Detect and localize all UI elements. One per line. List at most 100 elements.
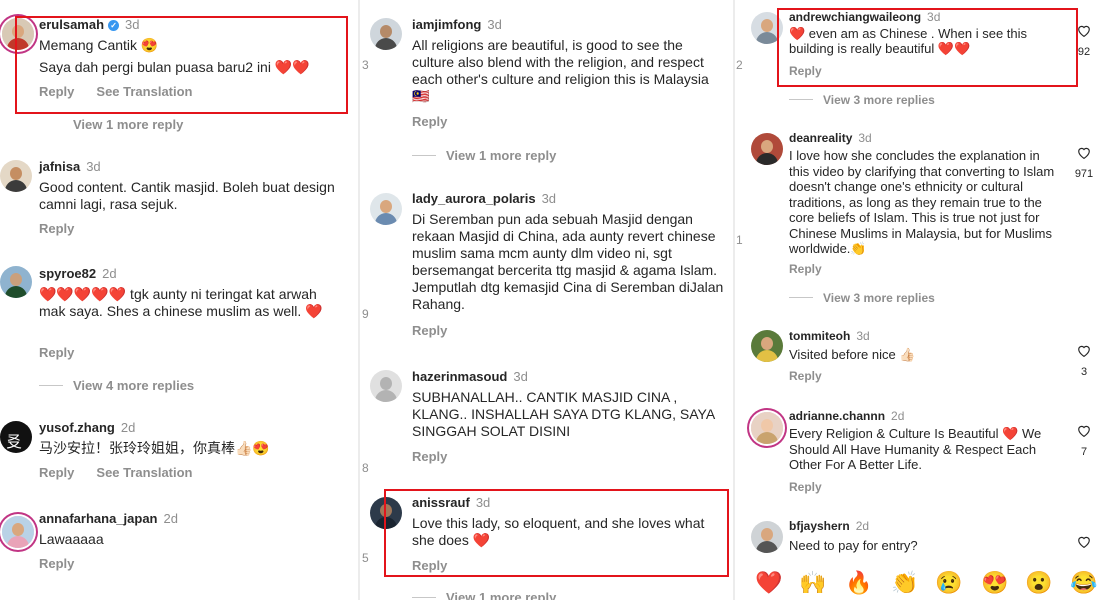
view-more-replies[interactable]: View 1 more reply bbox=[73, 117, 183, 132]
reply-button[interactable]: Reply bbox=[412, 558, 447, 573]
comment-text: SUBHANALLAH.. CANTIK MASJID CINA , KLANG… bbox=[412, 389, 715, 439]
avatar[interactable]: 㕛 bbox=[0, 421, 32, 453]
laughing-emoji-button[interactable]: 😂 bbox=[1070, 570, 1097, 596]
comment-username[interactable]: lady_aurora_polaris 3d bbox=[412, 191, 556, 206]
view-more-replies[interactable]: View 1 more reply bbox=[412, 148, 556, 163]
like-count: 3 bbox=[1080, 366, 1088, 378]
avatar[interactable] bbox=[751, 330, 783, 362]
like-heart-icon[interactable] bbox=[1077, 146, 1091, 159]
crying-emoji-button[interactable]: 😢 bbox=[935, 570, 962, 596]
comments-column-1: erulsamah ✓ 3d Memang Cantik 😍 Saya dah pe… bbox=[0, 0, 360, 600]
comment-text: Need to pay for entry? bbox=[789, 538, 918, 553]
view-more-replies[interactable]: View 3 more replies bbox=[789, 93, 935, 107]
comment-text-line2: Saya dah pergi bulan puasa baru2 ini ❤️❤… bbox=[39, 59, 310, 75]
edge-like-count: 5 bbox=[362, 551, 369, 565]
comment-text: 马沙安拉！张玲玲姐姐，你真棒👍🏻😍 bbox=[39, 440, 270, 456]
avatar[interactable] bbox=[370, 370, 402, 402]
view-more-replies[interactable]: View 1 more reply bbox=[412, 590, 556, 600]
comment-username[interactable]: bfjayshern 2d bbox=[789, 519, 869, 533]
comment-time: 3d bbox=[858, 131, 872, 145]
clap-emoji-button[interactable]: 👏 bbox=[891, 570, 918, 596]
divider bbox=[789, 99, 813, 100]
like-heart-icon[interactable] bbox=[1077, 24, 1091, 37]
comment-username[interactable]: andrewchiangwaileong 3d bbox=[789, 10, 940, 24]
reply-button[interactable]: Reply bbox=[39, 465, 74, 480]
divider bbox=[789, 297, 813, 298]
reply-button[interactable]: Reply bbox=[39, 84, 74, 99]
comment-time: 3d bbox=[541, 191, 557, 206]
comment-username[interactable]: yusof.zhang 2d bbox=[39, 420, 135, 435]
like-heart-icon[interactable] bbox=[1077, 535, 1091, 548]
reply-button[interactable]: Reply bbox=[412, 114, 447, 129]
emoji-reaction-bar: ❤️ 🙌 🔥 👏 😢 😍 😮 😂 bbox=[735, 568, 1110, 600]
view-more-replies[interactable]: View 3 more replies bbox=[789, 291, 935, 305]
comment-username[interactable]: annafarhana_japan 2d bbox=[39, 511, 178, 526]
like-heart-icon[interactable] bbox=[1077, 424, 1091, 437]
comment-text: Good content. Cantik masjid. Boleh buat … bbox=[39, 179, 335, 212]
comment-time: 3d bbox=[475, 495, 491, 510]
view-more-replies[interactable]: View 4 more replies bbox=[39, 378, 194, 393]
comment-username[interactable]: adrianne.channn 2d bbox=[789, 409, 904, 423]
avatar[interactable] bbox=[0, 160, 32, 192]
comment-text: Every Religion & Culture Is Beautiful ❤️… bbox=[789, 426, 1042, 472]
comment-username[interactable]: deanreality 3d bbox=[789, 131, 872, 145]
reply-button[interactable]: Reply bbox=[789, 262, 822, 276]
avatar[interactable] bbox=[370, 193, 402, 225]
comment-time: 2d bbox=[855, 519, 870, 533]
comment-username[interactable]: spyroe82 2d bbox=[39, 266, 117, 281]
comment-text: Visited before nice 👍🏻 bbox=[789, 347, 916, 362]
comment-username[interactable]: anissrauf 3d bbox=[412, 495, 490, 510]
see-translation-button[interactable]: See Translation bbox=[96, 465, 192, 480]
comments-column-2: 3 9 8 5 iamjimfong 3d All religions are b… bbox=[360, 0, 735, 600]
comment-username[interactable]: hazerinmasoud 3d bbox=[412, 369, 528, 384]
heart-emoji-button[interactable]: ❤️ bbox=[755, 570, 782, 596]
comment-username[interactable]: jafnisa 3d bbox=[39, 159, 101, 174]
avatar[interactable] bbox=[370, 18, 402, 50]
avatar[interactable] bbox=[0, 266, 32, 298]
see-translation-button[interactable]: See Translation bbox=[96, 84, 192, 99]
reply-button[interactable]: Reply bbox=[789, 64, 822, 78]
divider bbox=[412, 597, 436, 598]
reply-button[interactable]: Reply bbox=[39, 556, 74, 571]
avatar[interactable] bbox=[2, 516, 34, 548]
calligraphy-logo-icon: 㕛 bbox=[6, 432, 23, 451]
divider bbox=[412, 155, 436, 156]
edge-like-count: 8 bbox=[362, 461, 369, 475]
like-heart-icon[interactable] bbox=[1077, 344, 1091, 357]
avatar[interactable] bbox=[751, 133, 783, 165]
like-count: 92 bbox=[1077, 46, 1091, 58]
comment-time: 2d bbox=[120, 420, 136, 435]
reply-button[interactable]: Reply bbox=[412, 449, 447, 464]
comment-text-line1: Memang Cantik 😍 bbox=[39, 37, 159, 53]
avatar[interactable] bbox=[370, 497, 402, 529]
reply-button[interactable]: Reply bbox=[39, 221, 74, 236]
fire-emoji-button[interactable]: 🔥 bbox=[845, 570, 872, 596]
divider bbox=[39, 385, 63, 386]
comment-time: 2d bbox=[163, 511, 178, 526]
edge-like-count: 9 bbox=[362, 307, 369, 321]
avatar[interactable] bbox=[751, 521, 783, 553]
comment-username[interactable]: erulsamah ✓ 3d bbox=[39, 17, 140, 32]
comment-time: 3d bbox=[125, 17, 140, 32]
edge-like-count: 3 bbox=[362, 58, 369, 72]
comment-text: ❤️ even am as Chinese . When i see this … bbox=[789, 26, 1028, 56]
avatar[interactable] bbox=[751, 12, 783, 44]
surprised-emoji-button[interactable]: 😮 bbox=[1025, 570, 1052, 596]
avatar[interactable] bbox=[2, 18, 34, 50]
reply-button[interactable]: Reply bbox=[789, 369, 822, 383]
heart-eyes-emoji-button[interactable]: 😍 bbox=[981, 570, 1008, 596]
comment-text: All religions are beautiful, is good to … bbox=[412, 37, 709, 104]
like-count: 971 bbox=[1074, 168, 1094, 180]
comment-time: 2d bbox=[102, 266, 117, 281]
raised-hands-emoji-button[interactable]: 🙌 bbox=[799, 570, 826, 596]
comment-username[interactable]: iamjimfong 3d bbox=[412, 17, 502, 32]
comment-username[interactable]: tommiteoh 3d bbox=[789, 329, 870, 343]
comment-text: Love this lady, so eloquent, and she lov… bbox=[412, 515, 705, 548]
reply-button[interactable]: Reply bbox=[412, 323, 447, 338]
comment-time: 3d bbox=[487, 17, 502, 32]
avatar[interactable] bbox=[751, 412, 783, 444]
edge-like-count: 1 bbox=[736, 233, 743, 247]
like-count: 7 bbox=[1080, 446, 1088, 458]
reply-button[interactable]: Reply bbox=[789, 480, 822, 494]
reply-button[interactable]: Reply bbox=[39, 345, 74, 360]
